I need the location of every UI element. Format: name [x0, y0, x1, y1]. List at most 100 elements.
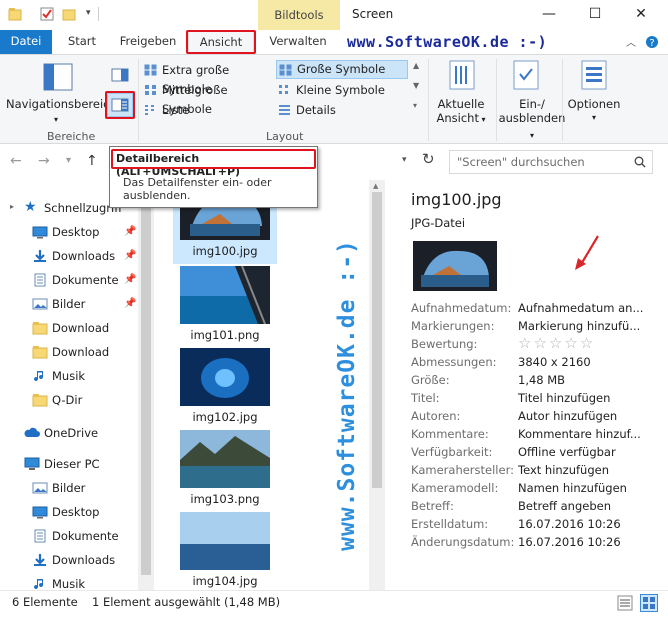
- nav-quick-item[interactable]: Musik: [32, 365, 138, 387]
- status-selection: 1 Element ausgewählt (1,48 MB): [92, 595, 281, 609]
- up-arrow-icon[interactable]: ↑: [86, 153, 98, 169]
- property-value[interactable]: 16.07.2016 10:26: [518, 517, 621, 531]
- nav-pc-item[interactable]: Dokumente: [32, 525, 119, 547]
- search-box[interactable]: "Screen" durchsuchen: [449, 150, 653, 174]
- nav-quick-item[interactable]: Downloads 📌: [32, 245, 138, 267]
- file-item[interactable]: img104.jpg: [173, 512, 277, 590]
- options-icon[interactable]: [580, 60, 608, 90]
- gallery-down-icon[interactable]: ▼: [413, 81, 419, 90]
- show-hide-button[interactable]: Ein-/ausblenden ▾: [498, 97, 566, 143]
- layout-extra-large-icons[interactable]: Extra große Symbole: [142, 61, 274, 96]
- details-scrollbar[interactable]: [658, 180, 668, 590]
- file-name: img100.jpg: [192, 244, 258, 258]
- layout-small-icons[interactable]: Kleine Symbole: [276, 81, 408, 100]
- current-view-button[interactable]: Aktuelle Ansicht ▾: [432, 97, 490, 127]
- new-folder-icon[interactable]: [62, 7, 76, 21]
- layout-medium-icons[interactable]: Mittelgroße Symbole: [142, 81, 274, 116]
- nav-scroll-thumb[interactable]: [141, 190, 151, 575]
- property-value[interactable]: Offline verfügbar: [518, 445, 616, 459]
- refresh-icon[interactable]: ↻: [422, 150, 435, 168]
- file-item[interactable]: img103.png: [173, 430, 277, 510]
- nav-quick-item[interactable]: Dokumente 📌: [32, 269, 138, 291]
- property-label: Abmessungen:: [411, 355, 497, 369]
- file-scroll-thumb[interactable]: [372, 192, 382, 488]
- nav-quick-item[interactable]: Download: [32, 341, 138, 363]
- gallery-more-icon[interactable]: ▾: [413, 101, 417, 110]
- nav-pc-item[interactable]: Musik: [32, 573, 85, 590]
- property-value[interactable]: Kommentare hinzuf...: [518, 427, 641, 441]
- nav-scrollbar[interactable]: [138, 180, 154, 590]
- rating-stars[interactable]: ☆☆☆☆☆: [518, 334, 595, 352]
- pin-icon[interactable]: 📌: [124, 245, 136, 267]
- expand-chevron-icon[interactable]: ▸: [10, 202, 14, 211]
- property-value[interactable]: Text hinzufügen: [518, 463, 609, 477]
- property-value[interactable]: Aufnahmedatum an...: [518, 301, 643, 315]
- nav-onedrive[interactable]: OneDrive: [24, 422, 98, 444]
- forward-arrow-icon[interactable]: →: [38, 153, 50, 169]
- computer-icon: [24, 457, 40, 470]
- music-icon: [34, 579, 44, 590]
- property-value[interactable]: Autor hinzufügen: [518, 409, 617, 423]
- nav-this-pc[interactable]: Dieser PC: [24, 453, 100, 475]
- nav-pc-item[interactable]: Bilder: [32, 477, 85, 499]
- property-value[interactable]: Titel hinzufügen: [518, 391, 610, 405]
- show-hide-icon[interactable]: [512, 60, 540, 90]
- maximize-button[interactable]: ☐: [572, 0, 618, 28]
- tab-verwalten[interactable]: Verwalten: [260, 30, 336, 54]
- help-icon[interactable]: ?: [645, 35, 659, 49]
- nav-pc-item[interactable]: Downloads: [32, 549, 115, 571]
- pin-icon[interactable]: 📌: [124, 221, 136, 243]
- show-hide-line1: Ein-/: [519, 97, 545, 111]
- property-value[interactable]: 16.07.2016 10:26: [518, 535, 621, 549]
- desktop-icon: [32, 226, 48, 239]
- back-arrow-icon[interactable]: ←: [10, 153, 22, 169]
- scroll-up-icon[interactable]: ▲: [373, 182, 378, 190]
- properties-icon[interactable]: [40, 7, 54, 21]
- navigation-pane-icon[interactable]: [43, 63, 73, 91]
- file-item[interactable]: img101.png: [173, 266, 277, 346]
- thumbnail-ice-cave: [180, 348, 270, 406]
- layout-list[interactable]: Liste: [142, 101, 274, 120]
- nav-quick-item[interactable]: Bilder 📌: [32, 293, 138, 315]
- details-view-icon[interactable]: [617, 595, 633, 611]
- options-button[interactable]: Optionen ▾: [565, 97, 623, 125]
- address-dropdown-icon[interactable]: ▾: [402, 155, 407, 165]
- navigation-pane-button[interactable]: Navigationsbereich ▾: [6, 97, 117, 127]
- large-icons-view-icon[interactable]: [640, 594, 658, 612]
- layout-details[interactable]: Details: [276, 101, 408, 120]
- details-filetype: JPG-Datei: [411, 216, 466, 230]
- layout-label: Große Symbole: [297, 62, 386, 76]
- property-value[interactable]: Namen hinzufügen: [518, 481, 627, 495]
- download-arrow-icon: [34, 250, 46, 262]
- property-label: Autoren:: [411, 409, 461, 423]
- minimize-button[interactable]: —: [526, 0, 572, 28]
- property-value[interactable]: 3840 x 2160: [518, 355, 591, 369]
- nav-quick-item[interactable]: Q-Dir: [32, 389, 138, 411]
- property-label: Bewertung:: [411, 337, 478, 351]
- recent-locations-icon[interactable]: ▾: [66, 155, 71, 166]
- pin-icon[interactable]: 📌: [124, 293, 136, 315]
- nav-quick-item[interactable]: Download: [32, 317, 138, 339]
- close-button[interactable]: ✕: [618, 0, 664, 28]
- details-icon: [279, 105, 290, 115]
- file-item[interactable]: img102.jpg: [173, 348, 277, 428]
- property-value[interactable]: Markierung hinzufü...: [518, 319, 640, 333]
- tab-start[interactable]: Start: [58, 30, 106, 54]
- current-view-icon[interactable]: [448, 60, 476, 90]
- property-value[interactable]: 1,48 MB: [518, 373, 565, 387]
- layout-large-icons[interactable]: Große Symbole: [276, 60, 408, 79]
- file-scrollbar[interactable]: ▲: [369, 180, 385, 590]
- nav-pc-item[interactable]: Desktop: [32, 501, 99, 523]
- pin-icon[interactable]: 📌: [124, 269, 136, 291]
- minimize-ribbon-icon[interactable]: ︿: [626, 34, 636, 49]
- tab-datei[interactable]: Datei: [0, 30, 52, 54]
- gallery-up-icon[interactable]: ▲: [413, 61, 419, 70]
- property-label: Betreff:: [411, 499, 454, 513]
- property-value[interactable]: Betreff angeben: [518, 499, 611, 513]
- search-icon[interactable]: [634, 156, 646, 168]
- nav-quick-item[interactable]: Desktop 📌: [32, 221, 138, 243]
- tab-freigeben[interactable]: Freigeben: [112, 30, 184, 54]
- preview-pane-icon[interactable]: [111, 68, 129, 82]
- nav-quick-access[interactable]: ★ Schnellzugriff: [24, 197, 122, 219]
- property-label: Kommentare:: [411, 427, 489, 441]
